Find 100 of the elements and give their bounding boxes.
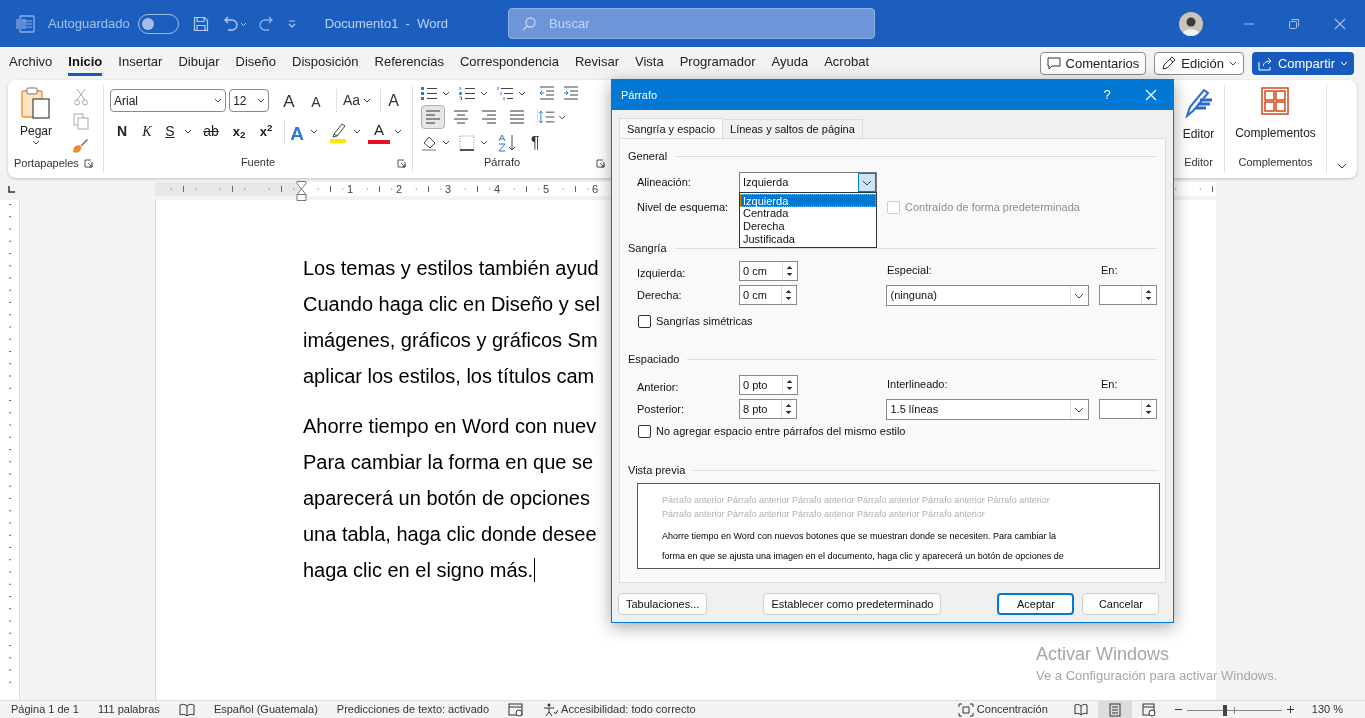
- view-print-button[interactable]: [1097, 700, 1132, 718]
- spin-field[interactable]: 0 pto: [739, 375, 798, 395]
- editing-button[interactable]: Edición: [1154, 52, 1244, 75]
- dialog-launcher-icon[interactable]: [596, 159, 605, 168]
- status-text[interactable]: Predicciones de texto: activado: [336, 701, 490, 718]
- dialog-button[interactable]: Tabulaciones...: [618, 593, 708, 615]
- dialog-tab[interactable]: Líneas y saltos de página: [723, 119, 863, 138]
- macro-icon[interactable]: [508, 702, 525, 717]
- section-heading: Sangría: [628, 240, 667, 256]
- ribbon-tab[interactable]: Referencias: [374, 51, 444, 76]
- dropdown-option[interactable]: Justificada: [740, 233, 876, 246]
- customize-icon[interactable]: [286, 18, 297, 29]
- font-size-dropdown[interactable]: 12: [229, 89, 269, 112]
- avatar-icon[interactable]: [1179, 11, 1203, 36]
- dialog-button[interactable]: Aceptar: [997, 593, 1075, 615]
- superscript-button[interactable]: x$^{2}$: [253, 119, 279, 144]
- font-color-button[interactable]: A: [368, 119, 390, 144]
- add-ins-button[interactable]: Complementos: [1235, 85, 1316, 142]
- ribbon-tab[interactable]: Dibujar: [178, 51, 220, 76]
- increase-indent-icon[interactable]: [563, 86, 579, 101]
- dropdown[interactable]: 1.5 líneas: [886, 398, 1089, 420]
- numbered-list-icon[interactable]: [459, 86, 489, 101]
- ribbon-tab[interactable]: Insertar: [118, 51, 163, 76]
- dropdown-option[interactable]: Derecha: [740, 220, 876, 233]
- shrink-font-button[interactable]: A: [303, 89, 328, 112]
- dialog-button[interactable]: Establecer como predeterminado: [763, 593, 942, 615]
- dialog-button[interactable]: Cancelar: [1082, 593, 1160, 615]
- paste-button[interactable]: Pegar: [8, 85, 64, 154]
- ribbon-tab[interactable]: Archivo: [9, 51, 53, 76]
- ribbon-tab[interactable]: Vista: [635, 51, 664, 76]
- ribbon-tab[interactable]: Disposición: [292, 51, 359, 76]
- comments-button[interactable]: Comentarios: [1039, 52, 1147, 75]
- spin-field[interactable]: 0 cm: [739, 261, 798, 281]
- chevron-down-icon[interactable]: [858, 172, 876, 192]
- chevron-down-icon: [363, 97, 371, 104]
- bold-button[interactable]: N: [110, 119, 134, 144]
- checkbox[interactable]: [638, 424, 651, 438]
- underline-button[interactable]: S: [160, 119, 180, 144]
- book-icon[interactable]: [178, 703, 195, 716]
- spin-field[interactable]: [1098, 399, 1157, 419]
- ribbon-tab[interactable]: Acrobat: [824, 51, 869, 76]
- clear-formatting-button[interactable]: A: [380, 89, 406, 112]
- search-field[interactable]: Buscar: [508, 8, 875, 39]
- focus-mode-label[interactable]: Concentración: [976, 701, 1048, 718]
- subscript-button[interactable]: x$_{2}$: [226, 119, 252, 144]
- redo-icon[interactable]: [258, 15, 275, 32]
- dialog-launcher-icon[interactable]: [397, 159, 406, 168]
- ribbon-tab[interactable]: Diseño: [235, 51, 277, 76]
- spin-field[interactable]: 8 pto: [739, 399, 798, 419]
- restore-icon[interactable]: [1288, 17, 1300, 30]
- ribbon-tab[interactable]: Correspondencia: [459, 51, 559, 76]
- spin-field[interactable]: 0 cm: [739, 285, 798, 305]
- font-name-dropdown[interactable]: Arial: [110, 89, 227, 112]
- italic-button[interactable]: K: [135, 119, 159, 144]
- chevron-down-icon[interactable]: [394, 128, 402, 135]
- ribbon-tab[interactable]: Inicio: [68, 51, 103, 76]
- strikethrough-button[interactable]: ab: [197, 119, 225, 144]
- accessibility-status[interactable]: Accesibilidad: todo correcto: [543, 701, 696, 718]
- dropdown[interactable]: (ninguna): [886, 284, 1089, 306]
- zoom-thumb[interactable]: [1223, 704, 1228, 716]
- help-button[interactable]: ?: [1097, 85, 1117, 105]
- save-icon[interactable]: [192, 15, 209, 32]
- tab-selector-icon[interactable]: [8, 185, 15, 193]
- zoom-in-icon[interactable]: [1285, 705, 1295, 714]
- text-effects-button[interactable]: A: [284, 119, 306, 144]
- borders-icon[interactable]: [459, 134, 489, 151]
- status-text[interactable]: Página 1 de 1: [11, 701, 79, 718]
- chevron-down-icon[interactable]: [184, 128, 192, 135]
- change-case-button[interactable]: Aa: [335, 89, 374, 112]
- dialog-tab[interactable]: Sangría y espacio: [619, 118, 724, 139]
- bullet-list-icon[interactable]: [421, 86, 451, 101]
- zoom-level[interactable]: 130 %: [1311, 701, 1343, 718]
- close-icon[interactable]: [1334, 17, 1346, 30]
- chevron-down-icon[interactable]: [353, 128, 361, 135]
- zoom-slider[interactable]: [1186, 703, 1282, 716]
- status-text[interactable]: Español (Guatemala): [213, 701, 318, 718]
- sort-icon[interactable]: [497, 133, 517, 152]
- dropdown-option[interactable]: Izquierda: [740, 194, 876, 207]
- ribbon-tab[interactable]: Ayuda: [771, 51, 809, 76]
- checkbox[interactable]: [638, 314, 651, 328]
- grow-font-button[interactable]: A: [275, 89, 302, 112]
- ribbon-tab[interactable]: Programador: [679, 51, 756, 76]
- ribbon-tab[interactable]: Revisar: [574, 51, 619, 76]
- editor-button[interactable]: Editor: [1182, 85, 1215, 143]
- line-spacing-icon[interactable]: [537, 108, 567, 125]
- ruler-number: 5: [541, 182, 550, 196]
- dialog-launcher-icon[interactable]: [83, 159, 93, 168]
- status-text[interactable]: 111 palabras: [97, 701, 160, 718]
- share-button[interactable]: Compartir: [1251, 52, 1354, 75]
- document-text-line: Los temas y estilos también ayud: [303, 256, 599, 280]
- spin-field[interactable]: [1098, 285, 1157, 305]
- chevron-down-icon[interactable]: [310, 128, 318, 135]
- multilevel-list-icon[interactable]: [497, 86, 527, 101]
- show-formatting-button[interactable]: ¶: [531, 130, 540, 155]
- indent-marker-icon[interactable]: [296, 181, 307, 201]
- decrease-indent-icon[interactable]: [539, 86, 555, 101]
- dropdown-option[interactable]: Centrada: [740, 207, 876, 220]
- focus-icon[interactable]: [957, 702, 974, 717]
- dropdown[interactable]: Izquierda: [739, 171, 877, 193]
- collapse-ribbon-icon[interactable]: [1337, 163, 1347, 169]
